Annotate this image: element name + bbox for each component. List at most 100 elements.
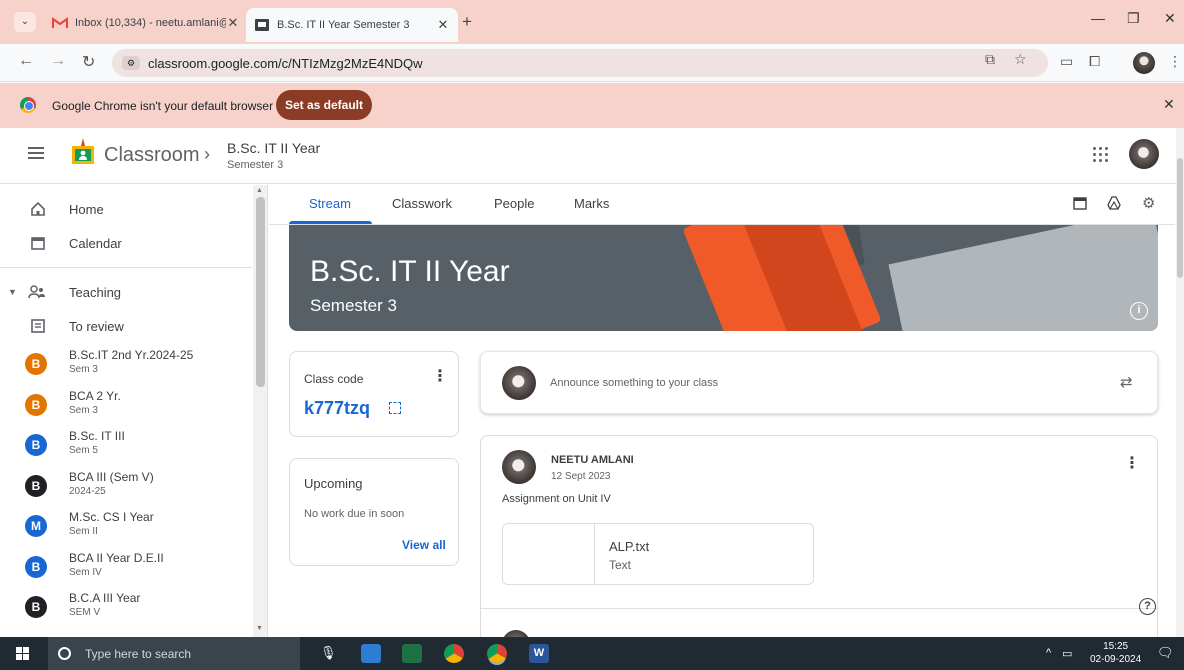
class-section: Sem 5 xyxy=(69,445,98,456)
scroll-down-icon[interactable]: ▼ xyxy=(256,625,263,632)
tab-title: B.Sc. IT II Year Semester 3 xyxy=(277,19,410,31)
sidebar-scroll-thumb[interactable] xyxy=(256,197,265,387)
notifications-icon[interactable]: 🗨 xyxy=(1157,645,1174,661)
browser-tab-strip: ⌄ Inbox (10,334) - neetu.amlani@ ✕ B.Sc.… xyxy=(0,0,1184,44)
banner-class-section: Semester 3 xyxy=(310,296,397,315)
main-menu-icon[interactable] xyxy=(28,147,44,159)
page-scrollbar[interactable] xyxy=(1176,128,1184,638)
sidebar-class-item[interactable]: M M.Sc. CS I Year Sem II xyxy=(0,507,252,547)
extensions-icon[interactable]: ⧠ xyxy=(1089,53,1100,70)
tab-gmail-inbox[interactable]: Inbox (10,334) - neetu.amlani@ ✕ xyxy=(44,10,248,36)
microphone-icon[interactable]: 🎙 xyxy=(320,645,337,661)
sidebar-class-item[interactable]: B B.C.A III Year SEM V xyxy=(0,588,252,628)
classroom-favicon-icon xyxy=(255,19,269,31)
sidebar-item-teaching[interactable]: ▼ Teaching xyxy=(0,274,252,310)
reload-icon[interactable]: ↻ xyxy=(82,52,95,72)
url-omnibox[interactable]: ⚙ classroom.google.com/c/NTIzMzg2MzE4NDQ… xyxy=(112,49,1048,77)
close-tab-icon[interactable]: ✕ xyxy=(436,17,450,33)
back-icon[interactable]: ← xyxy=(18,52,34,70)
install-app-icon[interactable]: ⧉ xyxy=(985,51,995,68)
cortana-circle-icon xyxy=(58,647,71,660)
forward-icon[interactable]: → xyxy=(50,52,66,70)
tab-marks[interactable]: Marks xyxy=(574,196,609,211)
sidebar: Home Calendar ▼ Teaching To review B B.Sc… xyxy=(0,185,268,637)
window-close-icon[interactable]: ✕ xyxy=(1164,10,1176,27)
class-name: BCA III (Sem V) xyxy=(69,469,154,484)
class-initial-avatar: B xyxy=(25,434,47,456)
windows-start-icon[interactable] xyxy=(16,647,29,660)
upcoming-card: Upcoming No work due in soon View all xyxy=(289,458,459,566)
class-info-icon[interactable]: i xyxy=(1130,302,1148,320)
restore-icon[interactable]: ❐ xyxy=(1127,10,1140,27)
attachment-card[interactable]: ALP.txt Text xyxy=(502,523,814,585)
app-name[interactable]: Classroom xyxy=(104,144,200,167)
page-scroll-thumb[interactable] xyxy=(1177,158,1183,278)
gmail-icon xyxy=(52,17,68,28)
expand-caret-icon[interactable]: ▼ xyxy=(8,287,17,297)
word-icon[interactable]: W xyxy=(529,644,549,663)
class-code-card: Class code ⋮ k777tzq xyxy=(289,351,459,437)
set-as-default-button[interactable]: Set as default xyxy=(276,90,372,120)
help-icon[interactable]: ? xyxy=(1139,598,1156,615)
sidebar-class-item[interactable]: B B.Sc. IT III Sem 5 xyxy=(0,426,252,466)
display-fullscreen-icon[interactable] xyxy=(389,402,401,414)
site-settings-icon[interactable]: ⚙ xyxy=(122,56,140,70)
class-code-more-icon[interactable]: ⋮ xyxy=(432,369,448,385)
scroll-up-icon[interactable]: ▲ xyxy=(256,187,263,194)
google-apps-icon[interactable] xyxy=(1093,147,1109,163)
post-author: NEETU AMLANI xyxy=(551,454,634,466)
minimize-icon[interactable]: — xyxy=(1091,10,1105,26)
tab-classroom[interactable]: B.Sc. IT II Year Semester 3 ✕ xyxy=(246,8,458,42)
sidebar-class-item[interactable]: B B.Sc.IT 2nd Yr.2024-25 Sem 3 xyxy=(0,345,252,385)
class-section: Sem 3 xyxy=(69,404,98,416)
chrome-taskbar-icon[interactable] xyxy=(444,644,464,663)
announce-placeholder[interactable]: Announce something to your class xyxy=(550,377,718,389)
close-tab-icon[interactable]: ✕ xyxy=(226,15,240,31)
tab-classwork[interactable]: Classwork xyxy=(392,196,452,211)
google-calendar-icon[interactable] xyxy=(1073,196,1087,210)
tray-expand-icon[interactable]: ^ xyxy=(1046,647,1051,659)
taskbar-search[interactable]: Type here to search xyxy=(48,637,300,670)
class-initial-avatar: B xyxy=(25,353,47,375)
bookmark-star-icon[interactable]: ☆ xyxy=(1014,51,1027,68)
tab-stream[interactable]: Stream xyxy=(309,196,351,211)
chrome-active-taskbar-icon[interactable] xyxy=(487,644,507,663)
class-banner: B.Sc. IT II Year Semester 3 i xyxy=(289,225,1158,331)
sidebar-scrollbar[interactable]: ▲ ▼ xyxy=(253,185,267,637)
file-explorer-icon[interactable] xyxy=(361,644,381,663)
taskbar-clock[interactable]: 15:25 02-09-2024 xyxy=(1090,640,1141,666)
view-all-link[interactable]: View all xyxy=(402,538,446,552)
tab-people[interactable]: People xyxy=(494,196,534,211)
announce-box[interactable]: Announce something to your class ⇄ xyxy=(480,351,1158,414)
calendar-icon xyxy=(31,237,45,250)
sidebar-class-item[interactable]: B BCA II Year D.E.II Sem IV xyxy=(0,548,252,588)
reading-list-icon[interactable]: ▭ xyxy=(1060,53,1073,70)
sidebar-item-home[interactable]: Home xyxy=(0,191,252,227)
class-settings-gear-icon[interactable]: ⚙ xyxy=(1142,194,1156,212)
class-code-label: Class code xyxy=(304,372,364,386)
breadcrumb-class-title[interactable]: B.Sc. IT II Year xyxy=(227,140,320,156)
profile-avatar[interactable] xyxy=(1133,52,1155,74)
sidebar-class-item[interactable]: B BCA 2 Yr. Sem 3 xyxy=(0,386,252,426)
class-section: Sem II xyxy=(69,526,98,537)
class-code-value[interactable]: k777tzq xyxy=(304,398,370,419)
default-browser-infobar: Google Chrome isn't your default browser… xyxy=(0,83,1184,128)
tab-search-chevron-icon[interactable]: ⌄ xyxy=(14,12,36,32)
sidebar-item-calendar[interactable]: Calendar xyxy=(0,225,252,261)
account-avatar[interactable] xyxy=(1129,139,1159,169)
sidebar-item-to-review[interactable]: To review xyxy=(0,308,252,344)
classroom-logo-icon[interactable] xyxy=(70,138,96,166)
post-more-icon[interactable]: ⋮ xyxy=(1124,456,1140,472)
chrome-menu-icon[interactable]: ⋮ xyxy=(1168,53,1182,70)
sidebar-class-item[interactable]: B BCA III (Sem V) 2024-25 xyxy=(0,467,252,507)
google-drive-icon[interactable] xyxy=(1107,196,1121,210)
chrome-logo-icon xyxy=(20,97,36,113)
attachment-type: Text xyxy=(609,558,632,572)
infobar-close-icon[interactable]: ✕ xyxy=(1163,96,1175,113)
excel-icon[interactable] xyxy=(402,644,422,663)
class-initial-avatar: B xyxy=(25,393,47,416)
class-section: Sem 3 xyxy=(69,364,98,375)
reuse-post-icon[interactable]: ⇄ xyxy=(1120,373,1133,391)
new-tab-icon[interactable]: + xyxy=(462,12,472,32)
network-icon[interactable]: ▭ xyxy=(1062,647,1072,660)
